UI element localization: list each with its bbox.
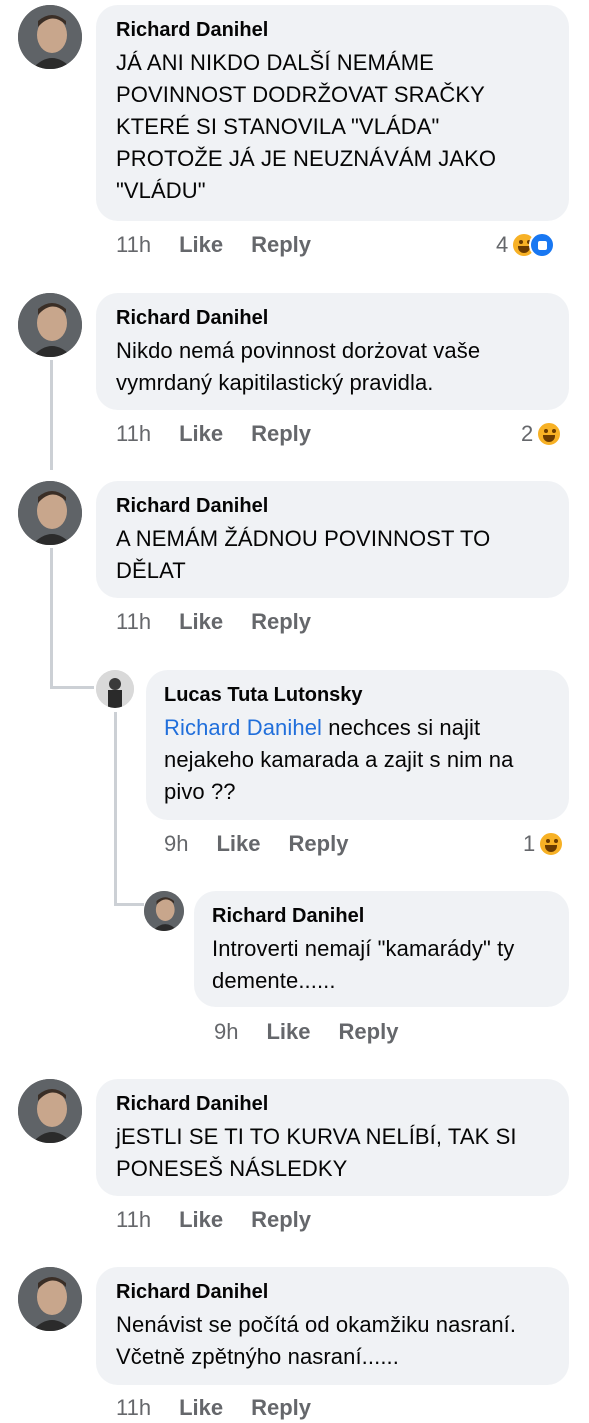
avatar-photo [18,293,82,357]
like-button[interactable]: Like [179,607,223,637]
like-button[interactable]: Like [179,230,223,260]
avatar[interactable] [96,670,134,708]
avatar[interactable] [144,891,184,931]
like-button[interactable]: Like [179,419,223,449]
thread-connector [50,686,94,689]
comment-bubble: Lucas Tuta Lutonsky Richard Danihel nech… [146,670,569,820]
haha-icon [536,421,563,447]
comment-text: JÁ ANI NIKDO DALŠÍ NEMÁME POVINNOST DODR… [116,50,497,203]
comment-actions: 11h Like Reply [116,419,339,449]
avatar-photo [18,5,82,69]
comment-author[interactable]: Richard Danihel [212,903,551,929]
like-button[interactable]: Like [179,1205,223,1235]
like-button[interactable]: Like [216,829,260,859]
reaction-count: 1 [523,831,536,856]
like-button[interactable]: Like [179,1393,223,1423]
comment-time[interactable]: 9h [164,829,188,859]
comment-time[interactable]: 11h [116,419,151,449]
avatar[interactable] [18,1079,82,1143]
reply-button[interactable]: Reply [251,1393,311,1423]
reply-button[interactable]: Reply [251,1205,311,1235]
reaction-summary[interactable]: 2 [521,419,563,449]
comment-bubble: Richard Danihel jESTLI SE TI TO KURVA NE… [96,1079,569,1196]
comment-bubble: Richard Danihel Introverti nemají "kamar… [194,891,569,1007]
avatar[interactable] [18,1267,82,1331]
reaction-count: 2 [521,421,534,446]
comment-text: Nenávist se počítá od okamžiku nasraní. … [116,1312,517,1369]
avatar-photo [18,1267,82,1331]
comment-bubble: Richard Danihel JÁ ANI NIKDO DALŠÍ NEMÁM… [96,5,569,221]
comment-text: jESTLI SE TI TO KURVA NELÍBÍ, TAK SI PON… [116,1124,517,1181]
comment-bubble: Richard Danihel A NEMÁM ŽÁDNOU POVINNOST… [96,481,569,598]
avatar-photo [96,670,134,708]
comment-text: Introverti nemají "kamarády" ty demente.… [212,936,515,993]
comment-text: A NEMÁM ŽÁDNOU POVINNOST TO DĚLAT [116,526,491,583]
comment-author[interactable]: Richard Danihel [116,305,549,331]
thread-line [50,548,53,688]
reply-button[interactable]: Reply [251,230,311,260]
avatar-photo [18,481,82,545]
reaction-count: 4 [496,232,509,257]
comment-time[interactable]: 11h [116,1205,151,1235]
reaction-summary[interactable]: 1 [523,829,565,859]
reply-button[interactable]: Reply [339,1017,399,1047]
comment-author[interactable]: Richard Danihel [116,1091,549,1117]
avatar-photo [144,891,184,931]
comment-actions: 9h Like Reply [164,829,376,859]
thread-connector [114,903,144,906]
thread-line [114,712,117,905]
comment-bubble: Richard Danihel Nikdo nemá povinnost dor… [96,293,569,410]
reply-button[interactable]: Reply [251,419,311,449]
comment-bubble: Richard Danihel Nenávist se počítá od ok… [96,1267,569,1385]
comment-actions: 11h Like Reply [116,1205,339,1235]
comment-time[interactable]: 11h [116,1393,151,1423]
comment-author[interactable]: Lucas Tuta Lutonsky [164,682,551,708]
like-icon [529,232,556,258]
thread-line [50,360,53,470]
comment-text: Richard Danihel nechces si najit nejakeh… [164,712,551,808]
like-button[interactable]: Like [266,1017,310,1047]
avatar[interactable] [18,293,82,357]
comment-actions: 11h Like Reply [116,607,339,637]
comment-author[interactable]: Richard Danihel [116,17,549,43]
comment-actions: 9h Like Reply [214,1017,426,1047]
comment-author[interactable]: Richard Danihel [116,1279,549,1305]
comment-text: Nikdo nemá povinnost dorżovat vaše vymrd… [116,338,481,395]
avatar[interactable] [18,5,82,69]
avatar-photo [18,1079,82,1143]
avatar[interactable] [18,481,82,545]
reaction-summary[interactable]: 4 [496,230,556,260]
haha-icon [538,831,565,857]
comment-time[interactable]: 9h [214,1017,238,1047]
reply-button[interactable]: Reply [251,607,311,637]
comment-time[interactable]: 11h [116,607,151,637]
comment-author[interactable]: Richard Danihel [116,493,549,519]
mention-link[interactable]: Richard Danihel [164,715,322,740]
comment-actions: 11h Like Reply [116,1393,339,1423]
comment-time[interactable]: 11h [116,230,151,260]
comment-actions: 11h Like Reply [116,230,339,260]
reply-button[interactable]: Reply [289,829,349,859]
